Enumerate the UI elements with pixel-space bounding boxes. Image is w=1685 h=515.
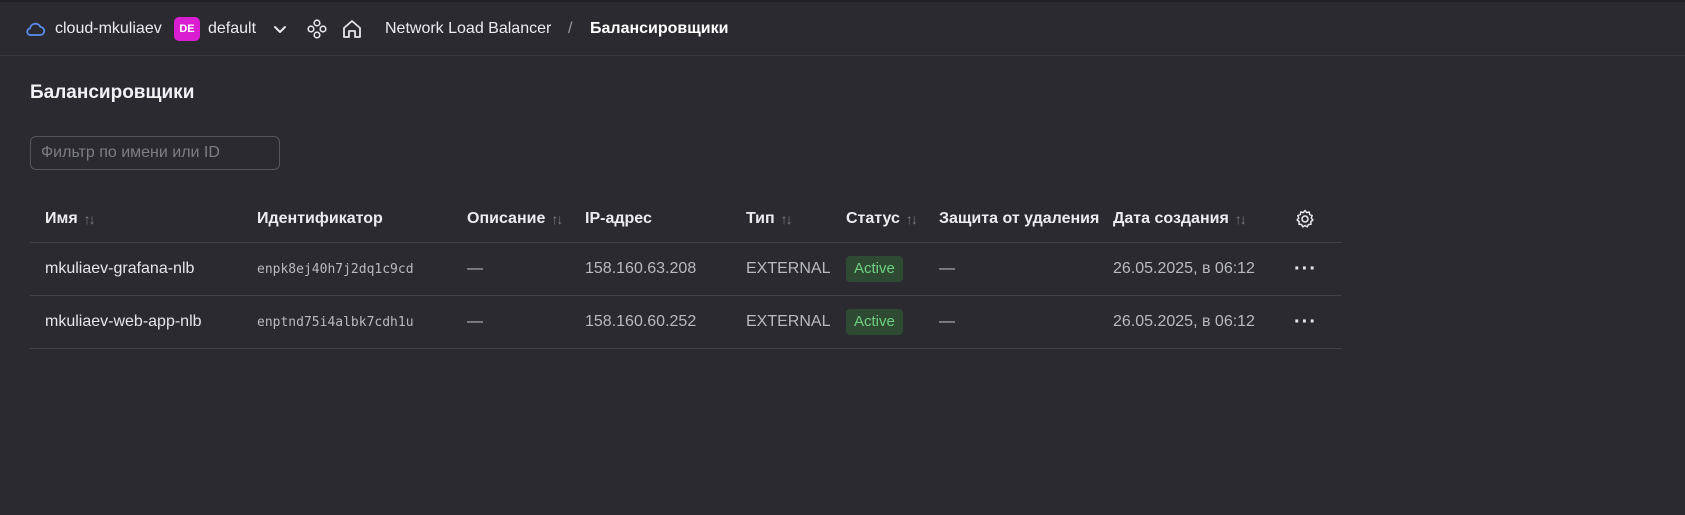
services-icon[interactable] (306, 18, 328, 40)
balancer-ip: 158.160.60.252 (585, 313, 697, 330)
column-header-created[interactable]: Дата создания ↑↓ (1113, 196, 1247, 242)
cloud-name[interactable]: cloud-mkuliaev (55, 18, 162, 40)
column-label: Описание (467, 210, 546, 227)
balancer-id: enpk8ej40h7j2dq1c9cd (257, 261, 414, 277)
breadcrumb-separator: / (568, 20, 573, 37)
balancers-table: Имя ↑↓ Идентификатор Описание ↑↓ IP-адрес … (30, 196, 1342, 349)
breadcrumb-current: Балансировщики (590, 20, 729, 37)
folder-badge[interactable]: DE (174, 17, 200, 41)
column-header-type[interactable]: Тип ↑↓ (746, 196, 793, 242)
balancer-created: 26.05.2025, в 06:12 (1113, 313, 1255, 330)
top-navigation-bar: cloud-mkuliaev DE default Network Load B… (0, 0, 1685, 56)
balancer-id: enptnd75i4albk7cdh1u (257, 314, 414, 330)
balancer-name[interactable]: mkuliaev-web-app-nlb (45, 296, 202, 348)
chevron-down-icon[interactable] (270, 19, 290, 39)
column-header-protection: Защита от удаления (939, 196, 1099, 242)
status-badge: Active (846, 256, 903, 282)
column-header-name[interactable]: Имя ↑↓ (45, 196, 96, 242)
column-label: Дата создания (1113, 210, 1229, 227)
column-label: Статус (846, 210, 900, 227)
column-label: Имя (45, 210, 78, 227)
page-title: Балансировщики (30, 82, 195, 103)
sort-icon[interactable]: ↑↓ (781, 211, 793, 227)
column-header-description[interactable]: Описание ↑↓ (467, 196, 563, 242)
folder-name[interactable]: default (208, 18, 256, 40)
column-label: IP-адрес (585, 210, 652, 227)
status-cell: Active (846, 243, 903, 295)
sort-icon[interactable]: ↑↓ (84, 211, 96, 227)
status-cell: Active (846, 296, 903, 348)
balancer-created: 26.05.2025, в 06:12 (1113, 260, 1255, 277)
breadcrumb-service[interactable]: Network Load Balancer (385, 18, 551, 40)
balancer-description: — (467, 260, 483, 277)
balancer-protection: — (939, 260, 955, 277)
balancer-type: EXTERNAL (746, 313, 831, 330)
sort-icon[interactable]: ↑↓ (551, 211, 563, 227)
home-icon[interactable] (341, 18, 363, 40)
sort-icon[interactable]: ↑↓ (906, 211, 918, 227)
column-label: Защита от удаления (939, 210, 1100, 227)
column-header-status[interactable]: Статус ↑↓ (846, 196, 918, 242)
balancer-type: EXTERNAL (746, 260, 831, 277)
balancer-ip: 158.160.63.208 (585, 260, 697, 277)
balancer-protection: — (939, 313, 955, 330)
status-badge: Active (846, 309, 903, 335)
gear-icon[interactable] (1294, 196, 1316, 242)
more-icon[interactable]: ··· (1294, 296, 1317, 348)
column-label: Тип (746, 210, 775, 227)
balancer-name[interactable]: mkuliaev-grafana-nlb (45, 243, 194, 295)
cloud-icon[interactable] (24, 18, 46, 40)
top-edge (0, 0, 1685, 2)
column-label: Идентификатор (257, 210, 383, 227)
table-row[interactable]: mkuliaev-grafana-nlb enpk8ej40h7j2dq1c9c… (30, 243, 1342, 296)
column-header-ip: IP-адрес (585, 196, 652, 242)
sort-icon[interactable]: ↑↓ (1235, 211, 1247, 227)
table-header: Имя ↑↓ Идентификатор Описание ↑↓ IP-адрес … (30, 196, 1342, 243)
table-row[interactable]: mkuliaev-web-app-nlb enptnd75i4albk7cdh1… (30, 296, 1342, 349)
more-icon[interactable]: ··· (1294, 243, 1317, 295)
column-header-id: Идентификатор (257, 196, 383, 242)
balancer-description: — (467, 313, 483, 330)
filter-input[interactable] (30, 136, 280, 170)
